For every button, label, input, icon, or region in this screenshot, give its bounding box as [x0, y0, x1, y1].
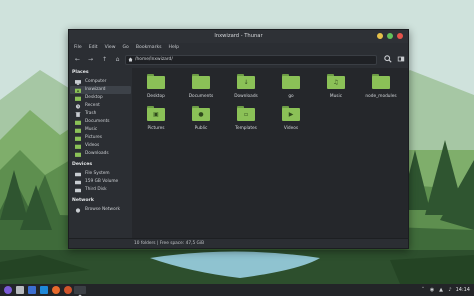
terminal-icon[interactable]	[28, 286, 36, 294]
sidebar: Places Computer lnxwizard Desktop Recent…	[69, 68, 132, 238]
file-item[interactable]: ▶ Videos	[269, 106, 313, 131]
view-toggle-icon[interactable]	[396, 55, 405, 65]
sidebar-item-recent[interactable]: Recent	[70, 102, 131, 110]
sidebar-item-documents[interactable]: Documents	[70, 118, 131, 126]
file-item[interactable]: ▫ Templates	[224, 106, 268, 131]
file-item[interactable]: ● Public	[179, 106, 223, 131]
sidebar-item-music[interactable]: Music	[70, 126, 131, 134]
status-bar: 10 folders | Free space: 47,5 GiB	[69, 238, 408, 248]
menu-go[interactable]: Go	[123, 43, 129, 52]
menu-file[interactable]: File	[74, 43, 82, 52]
home-icon	[128, 57, 133, 62]
file-item[interactable]: ↓ Downloads	[224, 74, 268, 99]
file-item[interactable]: ♫ Music	[314, 74, 358, 99]
browser-icon[interactable]	[52, 286, 60, 294]
sidebar-item-browse-network[interactable]: Browse Network	[70, 206, 131, 214]
menu-edit[interactable]: Edit	[89, 43, 98, 52]
security-icon[interactable]: ◉	[429, 287, 435, 293]
sidebar-item-volume[interactable]: 159 GB Volume	[70, 178, 131, 186]
folder-icon	[372, 74, 390, 89]
computer-icon	[75, 79, 81, 85]
home-icon[interactable]: ⌂	[113, 55, 122, 65]
music-folder-icon: ♫	[327, 74, 345, 89]
music-folder-icon	[75, 128, 81, 133]
sidebar-item-trash[interactable]: Trash	[70, 110, 131, 118]
places-header: Places	[72, 70, 89, 75]
sidebar-item-videos[interactable]: Videos	[70, 142, 131, 150]
pictures-folder-icon	[75, 136, 81, 141]
sidebar-item-downloads[interactable]: Downloads	[70, 150, 131, 158]
app-menu-icon[interactable]	[4, 286, 12, 294]
location-bar[interactable]: /home/lnxwizard/	[125, 55, 377, 65]
folder-icon	[192, 74, 210, 89]
public-folder-icon: ●	[192, 106, 210, 121]
volume-icon[interactable]: ♪	[447, 287, 453, 293]
window-title: lnxwizard - Thunar	[214, 33, 263, 39]
taskbar-file-manager-button[interactable]	[74, 286, 86, 296]
file-item[interactable]: go	[269, 74, 313, 99]
drive-icon	[75, 172, 81, 176]
menu-bar: File Edit View Go Bookmarks Help	[69, 43, 408, 52]
file-item[interactable]: ▣ Pictures	[134, 106, 178, 131]
maximize-button[interactable]	[387, 33, 393, 39]
sidebar-item-filesystem[interactable]: File System	[70, 170, 131, 178]
firefox-icon[interactable]	[64, 286, 72, 294]
trash-icon	[75, 111, 81, 117]
close-button[interactable]	[397, 33, 403, 39]
code-editor-icon[interactable]	[40, 286, 48, 294]
clock[interactable]: 14:14	[456, 284, 470, 296]
toolbar: ← → ↑ ⌂ /home/lnxwizard/	[69, 52, 408, 68]
sidebar-item-computer[interactable]: Computer	[70, 78, 131, 86]
drive-icon	[75, 188, 81, 192]
download-folder-icon: ↓	[237, 74, 255, 89]
show-desktop-icon[interactable]	[16, 286, 24, 294]
window-titlebar[interactable]: lnxwizard - Thunar	[69, 30, 408, 43]
sidebar-item-home[interactable]: lnxwizard	[70, 86, 131, 94]
network-header: Network	[72, 198, 94, 203]
file-item[interactable]: Desktop	[134, 74, 178, 99]
menu-help[interactable]: Help	[169, 43, 179, 52]
sidebar-item-third-disk[interactable]: Third Disk	[70, 186, 131, 194]
up-arrow-icon[interactable]: ↑	[100, 55, 109, 65]
file-view: Desktop Documents ↓ Downloads go ♫ Music…	[132, 68, 408, 238]
videos-folder-icon	[75, 144, 81, 149]
drive-icon	[75, 180, 81, 184]
file-item[interactable]: Documents	[179, 74, 223, 99]
videos-folder-icon: ▶	[282, 106, 300, 121]
templates-folder-icon: ▫	[237, 106, 255, 121]
network-icon	[75, 207, 81, 213]
folder-icon	[282, 74, 300, 89]
documents-folder-icon	[75, 120, 81, 125]
sidebar-item-pictures[interactable]: Pictures	[70, 134, 131, 142]
downloads-folder-icon	[75, 152, 81, 157]
menu-view[interactable]: View	[105, 43, 116, 52]
home-folder-icon	[75, 88, 81, 93]
file-manager-window: lnxwizard - Thunar File Edit View Go Boo…	[68, 29, 409, 249]
network-status-icon[interactable]: ▲	[438, 287, 444, 293]
location-path: /home/lnxwizard/	[135, 57, 173, 62]
sidebar-item-desktop[interactable]: Desktop	[70, 94, 131, 102]
chevron-up-icon[interactable]: ˄	[420, 287, 426, 293]
minimize-button[interactable]	[377, 33, 383, 39]
desktop-folder-icon	[75, 96, 81, 101]
search-icon[interactable]	[383, 55, 392, 65]
forward-arrow-icon[interactable]: →	[86, 55, 95, 65]
menu-bookmarks[interactable]: Bookmarks	[136, 43, 162, 52]
pictures-folder-icon: ▣	[147, 106, 165, 121]
file-item[interactable]: node_modules	[359, 74, 403, 99]
recent-icon	[75, 103, 81, 109]
taskbar: ˄ ◉ ▲ ♪ 14:14	[0, 284, 474, 296]
devices-header: Devices	[72, 162, 93, 167]
folder-icon	[147, 74, 165, 89]
back-arrow-icon[interactable]: ←	[73, 55, 82, 65]
